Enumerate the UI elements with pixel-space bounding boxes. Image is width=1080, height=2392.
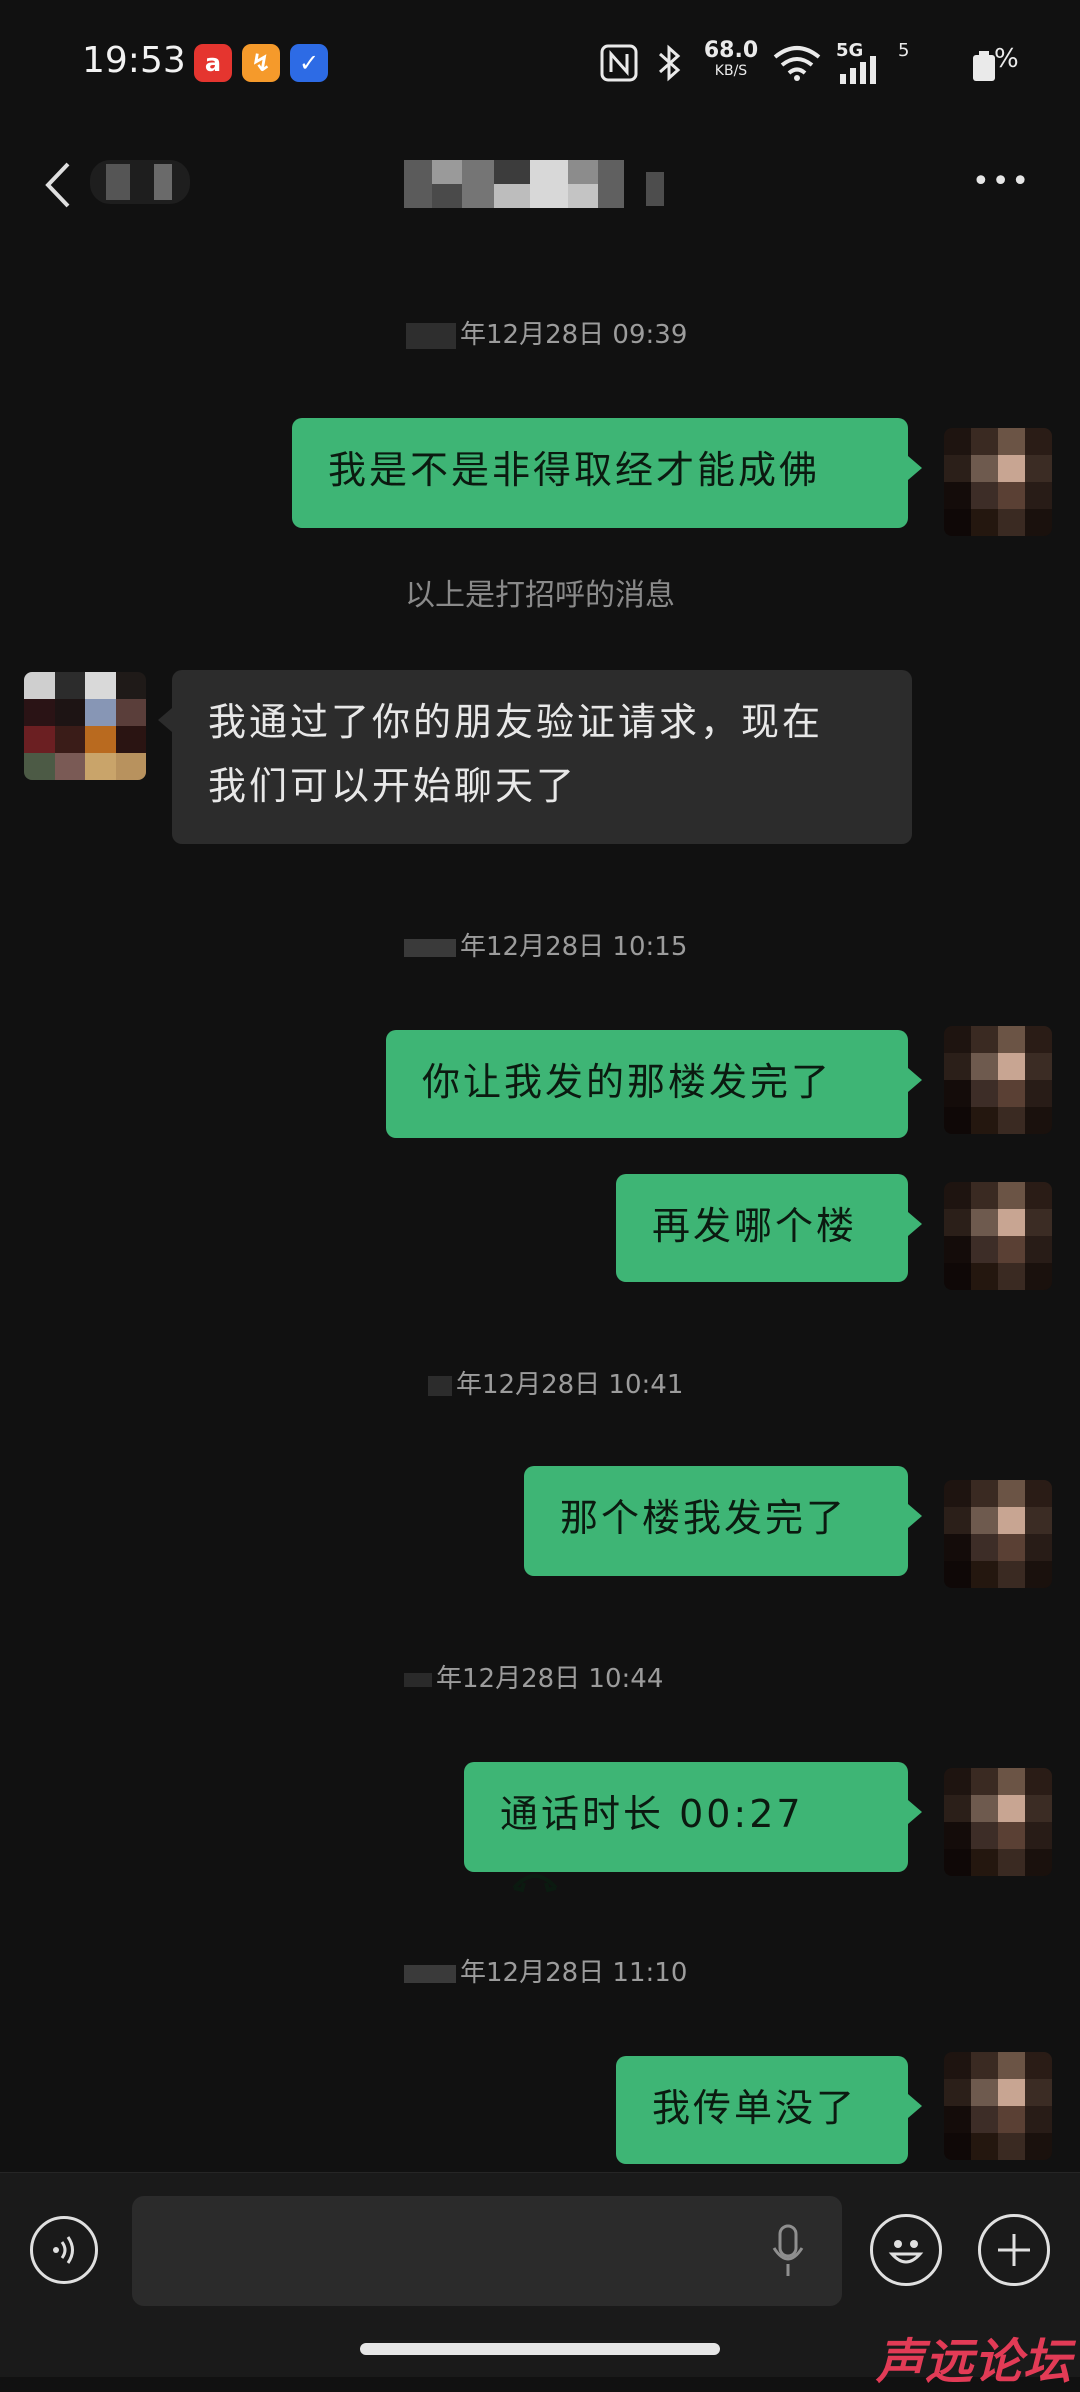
emoji-button[interactable]	[870, 2214, 942, 2286]
timestamp: 年12月28日 09:39	[406, 314, 687, 351]
timestamp: 年12月28日 10:44	[404, 1658, 663, 1695]
app-notification-icon: ↯	[242, 44, 280, 82]
voice-mode-button[interactable]	[30, 2216, 98, 2284]
second-signal-label: 5	[898, 40, 910, 61]
unread-count-redacted[interactable]	[90, 160, 190, 204]
timestamp: 年12月28日 10:41	[428, 1364, 683, 1401]
message-bubble-sent[interactable]: 那个楼我发完了	[524, 1466, 922, 1576]
back-arrow-icon[interactable]	[38, 160, 78, 210]
smiley-icon	[888, 2240, 924, 2264]
message-bubble-received[interactable]: 我通过了你的朋友验证请求，现在 我们可以开始聊天了	[158, 670, 912, 844]
message-bubble-sent[interactable]: 我是不是非得取经才能成佛	[292, 418, 922, 528]
contact-avatar[interactable]	[24, 672, 146, 780]
phone-hangup-icon	[512, 1873, 558, 1892]
redacted-year	[404, 938, 456, 957]
message-bubble-sent[interactable]: 你让我发的那楼发完了	[386, 1030, 922, 1138]
signal-strength-icon	[840, 56, 876, 84]
my-avatar[interactable]	[944, 428, 1052, 536]
timestamp: 年12月28日 10:15	[404, 926, 687, 963]
network-speed: 68.0 KB/S	[703, 38, 759, 79]
my-avatar[interactable]	[944, 1480, 1052, 1588]
redacted-year	[404, 1672, 432, 1687]
nfc-icon	[600, 44, 638, 82]
battery-percent: %	[994, 44, 1019, 74]
my-avatar[interactable]	[944, 1768, 1052, 1876]
home-indicator[interactable]	[360, 2343, 720, 2355]
my-avatar[interactable]	[944, 2052, 1052, 2160]
my-avatar[interactable]	[944, 1182, 1052, 1290]
plus-icon	[998, 2234, 1030, 2266]
system-message: 以上是打招呼的消息	[405, 578, 675, 613]
app-notification-icon: a	[194, 44, 232, 82]
voice-wave-icon	[53, 2236, 74, 2264]
message-bubble-sent[interactable]: 我传单没了	[616, 2056, 922, 2164]
chat-title-redacted	[404, 160, 669, 208]
timestamp: 年12月28日 11:10	[404, 1952, 687, 1989]
microphone-icon[interactable]	[770, 2224, 806, 2280]
more-options-button[interactable]: •••	[972, 164, 1031, 199]
redacted-year	[404, 1964, 456, 1983]
redacted-year	[428, 1375, 452, 1396]
redacted-year	[406, 322, 456, 349]
status-time: 19:53	[82, 40, 186, 81]
wifi-icon	[773, 46, 821, 81]
message-input[interactable]	[132, 2196, 842, 2306]
shield-notification-icon: ✓	[290, 44, 328, 82]
bluetooth-icon	[659, 44, 681, 82]
call-record-bubble[interactable]: 通话时长 00:27	[464, 1762, 922, 1892]
watermark-logo: 声远论坛	[875, 2334, 1072, 2390]
more-actions-button[interactable]	[978, 2214, 1050, 2286]
message-bubble-sent[interactable]: 再发哪个楼	[616, 1174, 922, 1282]
my-avatar[interactable]	[944, 1026, 1052, 1134]
